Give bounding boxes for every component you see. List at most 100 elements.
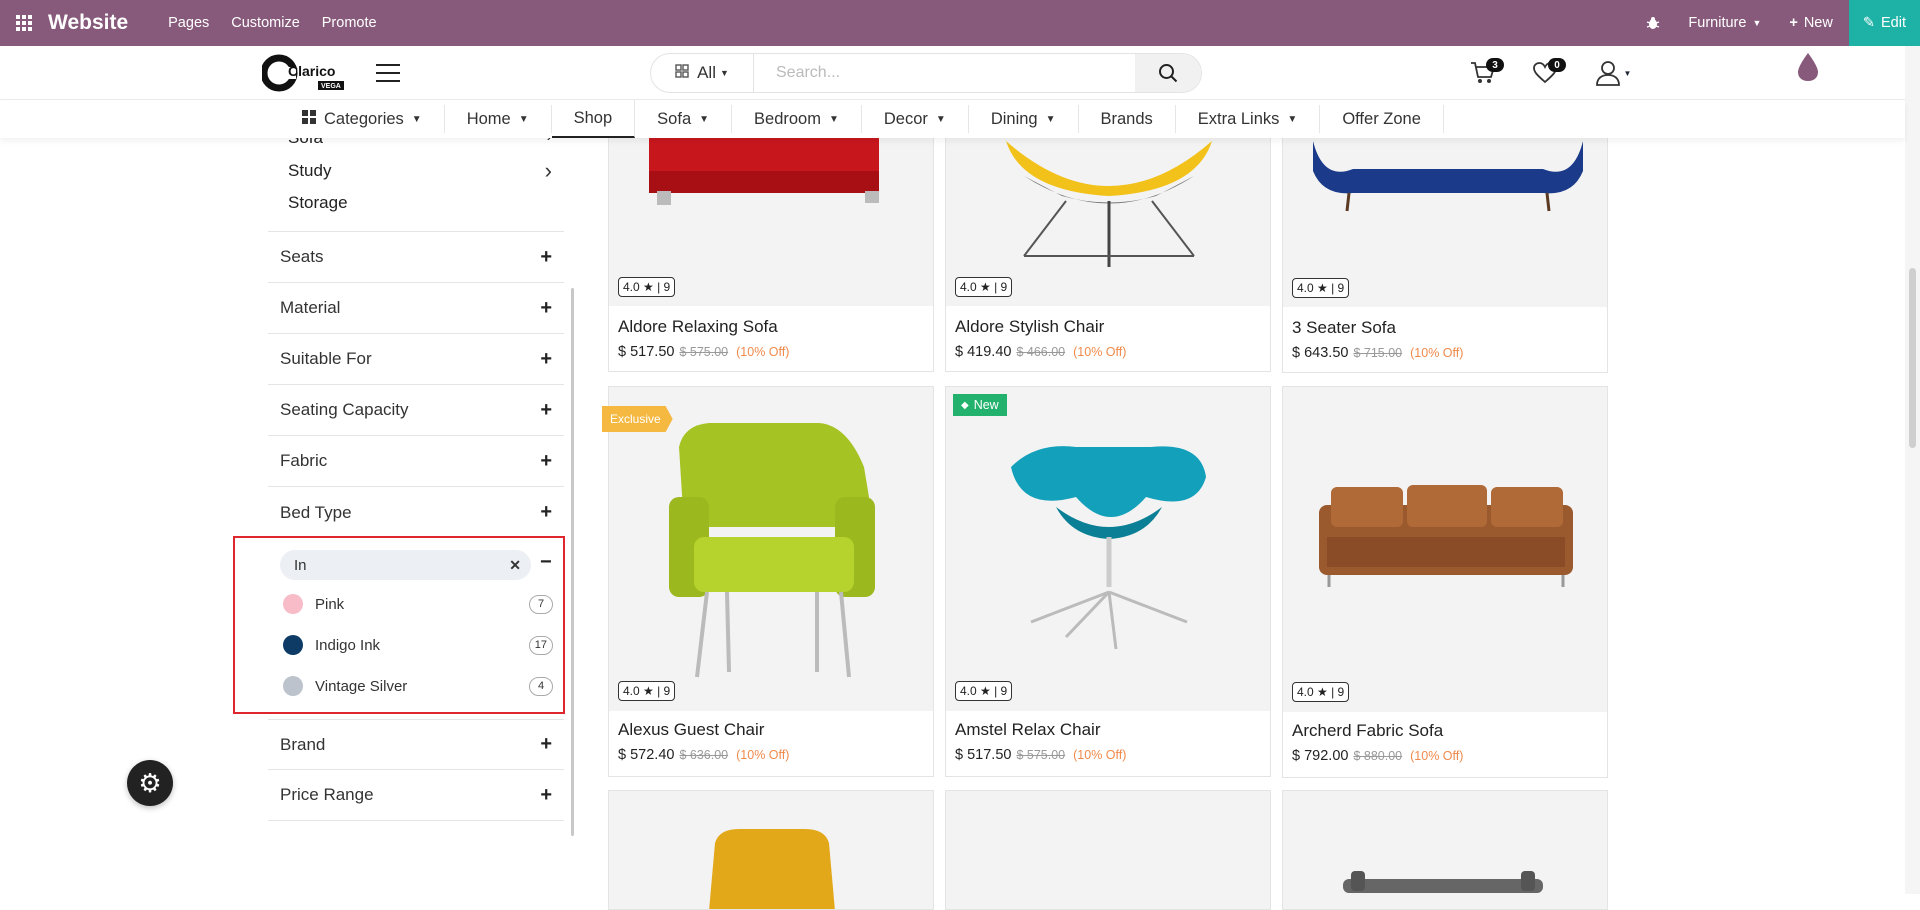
- old-price: $ 466.00: [1016, 345, 1066, 359]
- menu-customize[interactable]: Customize: [231, 15, 300, 31]
- caret-down-icon: ▼: [699, 113, 710, 125]
- page-scrollbar-thumb[interactable]: [1909, 268, 1916, 448]
- debug-bug-icon[interactable]: [1646, 16, 1660, 30]
- facet-material[interactable]: Material +: [268, 283, 564, 334]
- discount-label: (10% Off): [1073, 345, 1127, 359]
- product-name[interactable]: 3 Seater Sofa: [1292, 318, 1396, 338]
- sidebar-scrollbar[interactable]: [571, 288, 574, 836]
- menu-promote[interactable]: Promote: [322, 15, 377, 31]
- nav-dining[interactable]: Dining ▼: [969, 105, 1079, 133]
- nav-extra-links[interactable]: Extra Links ▼: [1176, 105, 1321, 133]
- search-button[interactable]: [1135, 54, 1201, 92]
- product-name[interactable]: Archerd Fabric Sofa: [1292, 721, 1443, 741]
- theme-drop-icon[interactable]: [1796, 52, 1820, 82]
- product-image[interactable]: [609, 791, 933, 909]
- facet-fabric[interactable]: Fabric +: [268, 436, 564, 487]
- product-card[interactable]: [1282, 790, 1608, 910]
- nav-bedroom[interactable]: Bedroom ▼: [732, 105, 862, 133]
- nav-categories[interactable]: Categories ▼: [280, 105, 445, 133]
- edit-button[interactable]: ✎ Edit: [1848, 0, 1920, 46]
- search-category-dropdown[interactable]: All ▼: [651, 54, 754, 92]
- settings-gear-icon[interactable]: ⚙: [127, 760, 173, 806]
- cart-button[interactable]: 3: [1466, 56, 1504, 90]
- product-image[interactable]: [1283, 387, 1607, 712]
- nav-sofa-label: Sofa: [657, 109, 692, 128]
- menu-hamburger-icon[interactable]: [376, 64, 400, 82]
- product-name[interactable]: Aldore Relaxing Sofa: [618, 317, 778, 337]
- nav-home[interactable]: Home ▼: [445, 105, 552, 133]
- rating-badge: 4.0 ★ | 9: [955, 681, 1013, 701]
- rating-badge: 4.0 ★ | 9: [1292, 278, 1350, 298]
- apps-grid-icon[interactable]: [0, 15, 48, 31]
- facet-suitable-for[interactable]: Suitable For +: [268, 334, 564, 385]
- product-price: $ 419.40 $ 466.00 (10% Off): [955, 344, 1126, 360]
- nav-categories-label: Categories: [324, 109, 404, 128]
- caret-down-icon: ▼: [411, 113, 422, 125]
- site-logo[interactable]: Clarico VEGA: [260, 54, 348, 92]
- website-selector[interactable]: Furniture ▼: [1688, 15, 1761, 31]
- current-price: $ 517.50: [618, 344, 675, 360]
- plus-icon: +: [540, 245, 552, 268]
- wishlist-count-badge: 0: [1548, 58, 1566, 72]
- subcategory-study[interactable]: Study: [288, 161, 331, 181]
- caret-down-icon: ▼: [719, 68, 729, 78]
- color-option-vintage-silver[interactable]: Vintage Silver 4: [283, 674, 553, 698]
- logo-sub: VEGA: [321, 83, 341, 90]
- facet-brand[interactable]: Brand +: [268, 719, 564, 770]
- old-price: $ 575.00: [1016, 748, 1066, 762]
- nav-brands[interactable]: Brands: [1079, 105, 1176, 133]
- caret-down-icon: ▼: [1045, 113, 1056, 125]
- facet-label: Fabric: [280, 451, 328, 470]
- ribbon-exclusive: Exclusive: [602, 406, 673, 432]
- nav-shop[interactable]: Shop: [551, 100, 636, 138]
- product-image[interactable]: [609, 387, 933, 711]
- facet-bed-type[interactable]: Bed Type +: [268, 487, 564, 538]
- nav-decor[interactable]: Decor ▼: [862, 105, 969, 133]
- product-card[interactable]: 4.0 ★ | 9 Aldore Stylish Chair $ 419.40 $…: [945, 100, 1271, 372]
- color-filter-search[interactable]: In ✕: [280, 550, 531, 580]
- product-card[interactable]: 4.0 ★ | 9 3 Seater Sofa $ 643.50 $ 715.00…: [1282, 100, 1608, 373]
- user-account-button[interactable]: ▼: [1590, 56, 1636, 90]
- nav-shop-label: Shop: [573, 108, 613, 127]
- facet-label: Seats: [280, 247, 324, 266]
- nav-sofa[interactable]: Sofa ▼: [635, 105, 733, 133]
- product-card[interactable]: 4.0 ★ | 9 Archerd Fabric Sofa $ 792.00 $ …: [1282, 386, 1608, 778]
- product-name[interactable]: Aldore Stylish Chair: [955, 317, 1104, 337]
- product-image[interactable]: [1283, 791, 1607, 909]
- product-card[interactable]: 4.0 ★ | 9 Aldore Relaxing Sofa $ 517.50 $…: [608, 100, 934, 372]
- product-card[interactable]: [945, 790, 1271, 910]
- facet-price-range[interactable]: Price Range +: [268, 770, 564, 821]
- chevron-right-icon[interactable]: ›: [545, 158, 552, 184]
- search-input[interactable]: [754, 54, 1135, 92]
- color-option-indigo-ink[interactable]: Indigo Ink 17: [283, 633, 553, 657]
- facet-seats[interactable]: Seats +: [268, 232, 564, 283]
- new-button[interactable]: + New: [1789, 15, 1832, 31]
- color-option-pink[interactable]: Pink 7: [283, 592, 553, 616]
- facet-seating-capacity[interactable]: Seating Capacity +: [268, 385, 564, 436]
- app-brand[interactable]: Website: [48, 11, 128, 35]
- caret-down-icon: ▼: [828, 113, 839, 125]
- nav-extra-links-label: Extra Links: [1197, 109, 1280, 128]
- wishlist-button[interactable]: 0: [1528, 56, 1566, 90]
- product-card[interactable]: 4.0 ★ | 9 Amstel Relax Chair $ 517.50 $ 5…: [945, 386, 1271, 777]
- old-price: $ 575.00: [679, 345, 729, 359]
- minus-icon[interactable]: −: [540, 551, 552, 574]
- nav-offer-zone[interactable]: Offer Zone: [1320, 105, 1444, 133]
- nav-offer-zone-label: Offer Zone: [1342, 109, 1421, 128]
- product-name[interactable]: Amstel Relax Chair: [955, 720, 1101, 740]
- subcategory-storage[interactable]: Storage: [288, 193, 348, 213]
- color-option-count: 4: [529, 676, 553, 696]
- page-scrollbar[interactable]: [1905, 46, 1920, 894]
- product-name[interactable]: Alexus Guest Chair: [618, 720, 764, 740]
- menu-pages[interactable]: Pages: [168, 15, 209, 31]
- product-card[interactable]: [608, 790, 934, 910]
- current-price: $ 517.50: [955, 747, 1012, 763]
- product-image[interactable]: [946, 791, 1270, 909]
- color-option-label: Vintage Silver: [315, 677, 408, 695]
- nav-brands-label: Brands: [1100, 109, 1153, 128]
- product-image[interactable]: [946, 387, 1270, 711]
- search-category-label: All: [697, 63, 716, 82]
- logo-text: Clarico: [288, 63, 335, 79]
- product-card[interactable]: 4.0 ★ | 9 Alexus Guest Chair $ 572.40 $ 6…: [608, 386, 934, 777]
- clear-x-icon[interactable]: ✕: [509, 557, 521, 574]
